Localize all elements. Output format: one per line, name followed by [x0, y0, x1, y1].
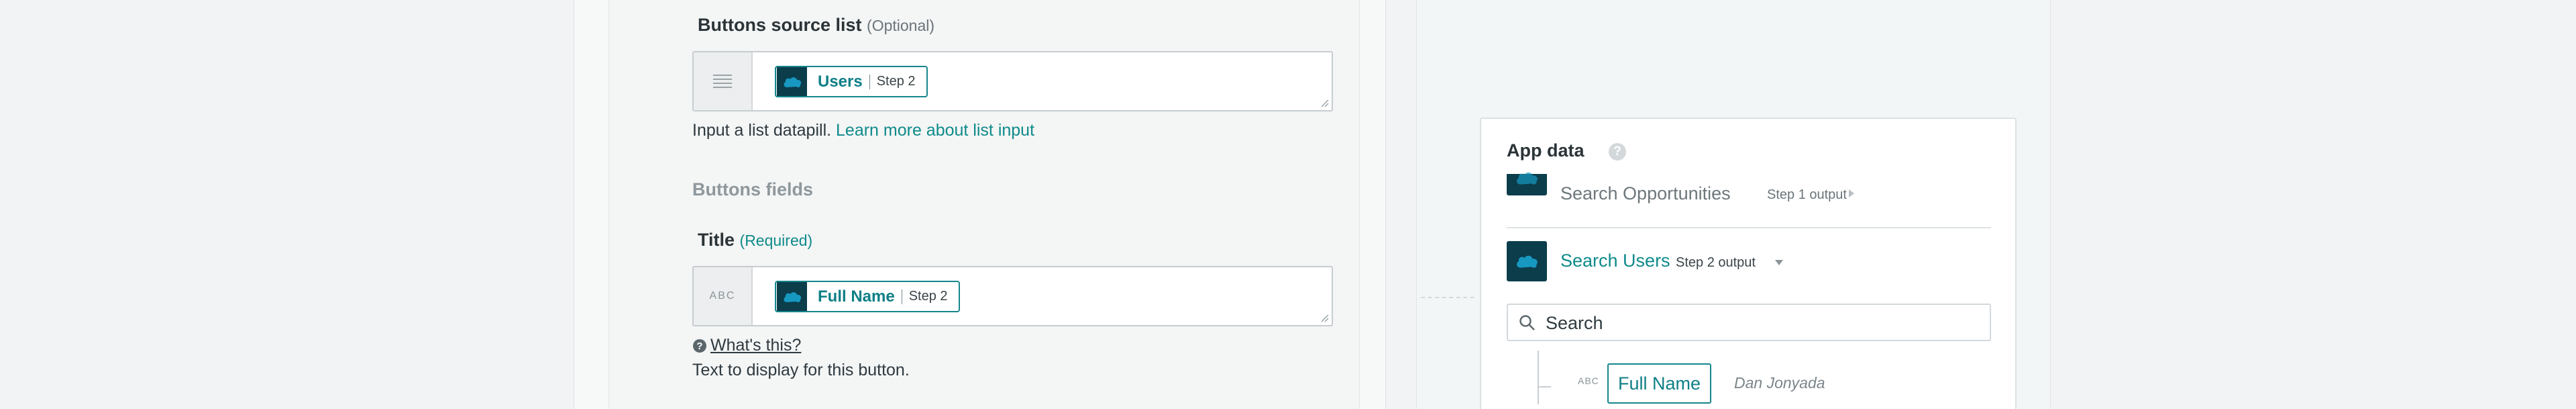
users-datapill[interactable]: Users Step 2 [775, 66, 928, 97]
buttons-fields-heading: Buttons fields [692, 179, 813, 199]
buttons-source-label-text: Buttons source list [698, 15, 862, 35]
app-data-card: App data ? Search Opportunities Step 1 o… [1480, 118, 2017, 409]
salesforce-icon [777, 282, 807, 311]
full-name-field-pill[interactable]: Full Name [1607, 363, 1712, 404]
connector-dashed-line [1421, 297, 1474, 298]
title-label-text: Title [698, 230, 735, 250]
salesforce-icon [1507, 241, 1547, 281]
optional-tag: (Optional) [867, 17, 935, 34]
list-input-help-text: Input a list datapill. [692, 121, 837, 140]
buttons-source-label: Buttons source list (Optional) [698, 15, 934, 36]
title-hint-text: Text to display for this button. [692, 361, 910, 379]
pill-step: Step 2 [908, 289, 948, 304]
search-opportunities-row[interactable]: Search Opportunities [1560, 183, 1731, 204]
svg-text:?: ? [696, 340, 702, 352]
required-tag: (Required) [739, 232, 813, 249]
help-icon[interactable]: ? [1609, 143, 1626, 161]
search-icon [1519, 315, 1535, 330]
title-label: Title (Required) [698, 230, 812, 251]
tree-line-vertical [1538, 351, 1539, 404]
pill-separator [869, 74, 870, 89]
resize-handle-icon[interactable] [1320, 313, 1329, 322]
pill-name: Users [818, 72, 863, 91]
text-type-icon: ABC [1578, 375, 1599, 386]
whats-this-help[interactable]: ? What's this? [692, 336, 801, 355]
search-placeholder: Search [1546, 313, 1603, 333]
caret-down-icon[interactable] [1774, 259, 1784, 267]
search-users-row[interactable]: Search Users [1560, 251, 1670, 271]
app-data-title: App data [1507, 140, 1585, 161]
tree-line-horizontal [1538, 386, 1551, 388]
full-name-datapill[interactable]: Full Name Step 2 [775, 281, 960, 312]
whats-this-link[interactable]: What's this? [710, 336, 801, 355]
title-input[interactable]: ABC Full Name Step 2 [692, 266, 1333, 326]
question-circle-icon: ? [693, 338, 706, 353]
search-input[interactable]: Search [1507, 304, 1991, 341]
list-input-help: Input a list datapill. Learn more about … [692, 121, 1034, 140]
resize-handle-icon[interactable] [1320, 98, 1329, 107]
right-background [2051, 0, 2576, 409]
pill-step: Step 2 [876, 74, 916, 89]
sample-value: Dan Jonyada [1734, 374, 1825, 392]
caret-right-icon[interactable] [1847, 188, 1856, 199]
step-2-output-label: Step 2 output [1676, 255, 1756, 270]
buttons-source-input[interactable]: Users Step 2 [692, 51, 1333, 111]
row-divider [1507, 227, 1991, 228]
list-lines-icon [694, 52, 753, 110]
pill-name: Full Name [818, 287, 895, 306]
text-type-icon: ABC [694, 267, 753, 325]
learn-more-link[interactable]: Learn more about list input [836, 121, 1034, 140]
salesforce-icon [1507, 172, 1547, 195]
left-background [0, 0, 574, 409]
step-1-output-label: Step 1 output [1767, 187, 1847, 202]
salesforce-icon [777, 67, 807, 96]
